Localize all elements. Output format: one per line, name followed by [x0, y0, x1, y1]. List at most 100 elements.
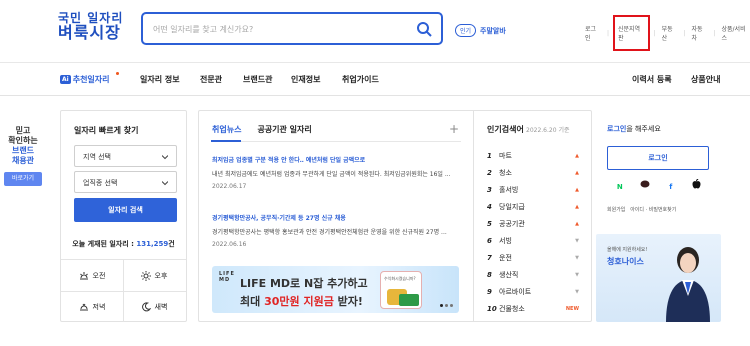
- quick-line1: 믿고: [15, 126, 31, 135]
- rank-number: 4: [487, 202, 492, 211]
- new-badge: NEW: [565, 305, 579, 312]
- keyword-rank-item[interactable]: 3 홀서빙 ▲: [487, 182, 579, 197]
- news-body: 경기평택항만공사는 평택항 홍보관과 안전 경기평택안전체험관 운영을 위한 신…: [212, 229, 447, 236]
- login-button[interactable]: 로그인: [607, 146, 709, 170]
- kakao-icon[interactable]: [637, 179, 653, 195]
- news-date: 2022.06.17: [212, 183, 247, 190]
- count-value: 131,259: [136, 240, 169, 248]
- ai-badge: Ai: [60, 75, 71, 84]
- login-panel: 로그인을 해주세요 로그인 N f 회원가입 아이디 · 비밀번호찾기: [596, 110, 721, 222]
- tab-public-jobs[interactable]: 공공기관 일자리: [257, 124, 311, 135]
- news-item[interactable]: 최저임금 업종별 구분 적용 안 한다‥ 예년처럼 단일 금액으로 내년 최저임…: [212, 155, 460, 190]
- divider: |: [606, 29, 609, 37]
- rank-number: 8: [487, 270, 492, 279]
- quick-go-button[interactable]: 바로가기: [4, 172, 42, 186]
- job-search-panel: 일자리 빠르게 찾기 지역 선택 업직종 선택 일자리 검색 오늘 게재된 일자…: [60, 110, 187, 322]
- account-links: 회원가입 아이디 · 비밀번호찾기: [607, 206, 676, 213]
- rank-keyword: 홀서빙: [499, 185, 519, 194]
- util-newspaper-region[interactable]: 신문지역판: [612, 15, 650, 51]
- sun-icon: [140, 270, 151, 281]
- popular-keyword[interactable]: 인기 주말알바: [455, 24, 506, 37]
- news-title[interactable]: 경기평택항만공사, 공무직·기간제 등 27명 신규 채용: [212, 213, 460, 222]
- rank-keyword: 아르바이트: [499, 287, 532, 296]
- ad-line2: 최대 30만원 지원금 받자!: [240, 293, 363, 309]
- rank-number: 7: [487, 253, 492, 262]
- keyword-rank-item[interactable]: 2 청소 ▲: [487, 165, 579, 180]
- news-panel: 취업뉴스 공공기관 일자리 + 최저임금 업종별 구분 적용 안 한다‥ 예년처…: [198, 110, 473, 322]
- tab-career-news[interactable]: 취업뉴스: [212, 124, 241, 135]
- news-title[interactable]: 최저임금 업종별 구분 적용 안 한다‥ 예년처럼 단일 금액으로: [212, 155, 460, 164]
- site-logo[interactable]: 국민 일자리 벼룩시장: [58, 12, 123, 41]
- nav-ai-jobs[interactable]: Ai 추천일자리: [60, 74, 110, 85]
- signup-link[interactable]: 회원가입: [607, 207, 625, 213]
- keyword-rank-item[interactable]: 1 마트 ▲: [487, 148, 579, 163]
- nav-brand[interactable]: 브랜드관: [243, 74, 272, 85]
- ad-pager[interactable]: [440, 304, 453, 307]
- lifemd-ad-banner[interactable]: LIFE MD LIFE MD로 N잡 추가하고 최대 30만원 지원금 받자!…: [212, 266, 459, 313]
- search-box: [141, 12, 443, 45]
- nav-career-guide[interactable]: 취업가이드: [342, 74, 379, 85]
- find-account-link[interactable]: 아이디 · 비밀번호찾기: [630, 207, 676, 213]
- job-search-button[interactable]: 일자리 검색: [74, 198, 177, 222]
- rank-number: 6: [487, 236, 492, 245]
- nav-resume-register[interactable]: 이력서 등록: [632, 74, 672, 85]
- keyword-rank-item[interactable]: 6 서빙 ▼: [487, 233, 579, 248]
- naver-icon[interactable]: N: [612, 179, 628, 195]
- banner-small-text: 올해에 지원하세요!: [607, 247, 648, 253]
- news-tabs: 취업뉴스 공공기관 일자리: [212, 124, 312, 135]
- search-input[interactable]: [153, 21, 403, 37]
- pager-dot[interactable]: [440, 304, 443, 307]
- rank-keyword: 운전: [499, 253, 512, 262]
- time-evening[interactable]: 저녁: [61, 291, 123, 322]
- job-select-label: 업직종 선택: [83, 179, 118, 187]
- util-realestate[interactable]: 부동산: [662, 24, 678, 42]
- moon-icon: [141, 301, 151, 311]
- keyword-rank-item[interactable]: 8 생산직 ▼: [487, 267, 579, 282]
- tab-underline: [211, 140, 461, 142]
- keyword-rank-item[interactable]: 5 공공기관 ▲: [487, 216, 579, 231]
- keyword-rank-item[interactable]: 4 당일지급 ▲: [487, 199, 579, 214]
- time-afternoon[interactable]: 오후: [123, 260, 185, 291]
- job-category-select[interactable]: 업직종 선택: [74, 171, 177, 193]
- popular-word[interactable]: 주말알바: [480, 26, 506, 36]
- keywords-date: 2022.6.20 기준: [526, 127, 570, 134]
- pager-dot[interactable]: [445, 304, 448, 307]
- more-plus-icon[interactable]: +: [449, 122, 459, 136]
- region-select[interactable]: 지역 선택: [74, 145, 177, 167]
- apple-icon[interactable]: [688, 178, 704, 195]
- nav-product-info[interactable]: 상품안내: [691, 74, 720, 85]
- nav-job-info[interactable]: 일자리 정보: [140, 74, 180, 85]
- news-item[interactable]: 경기평택항만공사, 공무직·기간제 등 27명 신규 채용 경기평택항만공사는 …: [212, 213, 460, 248]
- trend-up-icon: ▲: [575, 203, 579, 210]
- rank-keyword: 건물청소: [499, 304, 525, 313]
- nav-specialty[interactable]: 전문관: [200, 74, 222, 85]
- time-dawn[interactable]: 새벽: [123, 291, 185, 322]
- util-products[interactable]: 상품/서비스: [722, 24, 750, 42]
- util-login[interactable]: 로그인: [585, 24, 601, 42]
- banner-brand-text: 청호나이스: [607, 257, 644, 266]
- logo-line2: 벼룩시장: [58, 22, 121, 42]
- job-search-title: 일자리 빠르게 찾기: [74, 126, 139, 135]
- login-headline: 로그인을 해주세요: [607, 124, 661, 134]
- keyword-rank-item[interactable]: 9 아르바이트 ▼: [487, 284, 579, 299]
- time-morning[interactable]: 오전: [61, 260, 123, 291]
- search-icon[interactable]: [416, 21, 432, 37]
- trend-down-icon: ▼: [575, 271, 579, 278]
- rank-number: 1: [487, 151, 492, 160]
- person-illustration: [666, 247, 710, 322]
- ad-brand-line2: MD: [219, 276, 231, 283]
- keyword-rank-item[interactable]: 7 운전 ▼: [487, 250, 579, 265]
- pager-dot[interactable]: [450, 304, 453, 307]
- brand-quick-banner: 믿고 확인하는 브랜드 채용관 바로가기: [0, 126, 46, 186]
- rank-number: 2: [487, 168, 492, 177]
- util-car[interactable]: 자동차: [692, 24, 708, 42]
- keyword-rank-item[interactable]: 10 건물청소 NEW: [487, 301, 579, 316]
- rank-number: 5: [487, 219, 492, 228]
- chungho-banner[interactable]: 올해에 지원하세요! 청호나이스: [596, 234, 721, 322]
- nav-talent[interactable]: 인재정보: [291, 74, 320, 85]
- popular-pill: 인기: [455, 24, 477, 37]
- ad-line1: LIFE MD로 N잡 추가하고: [240, 277, 368, 290]
- divider: |: [683, 29, 686, 37]
- facebook-icon[interactable]: f: [663, 179, 679, 195]
- quick-line2: 확인하는: [8, 136, 38, 145]
